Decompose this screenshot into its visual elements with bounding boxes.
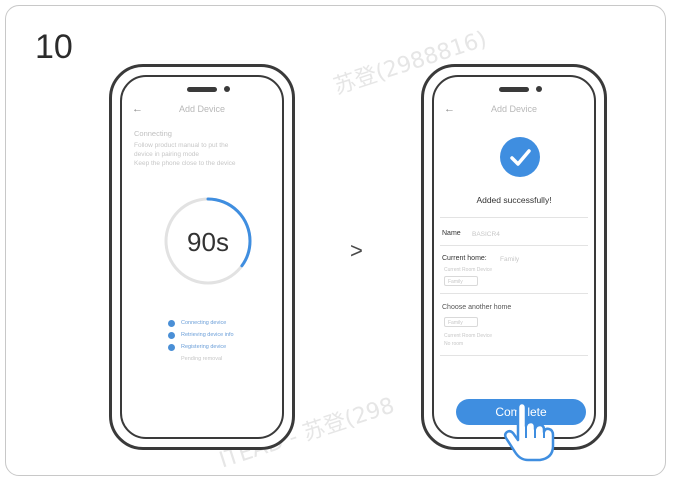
current-home-value: Family [500,256,520,263]
step-done-icon [168,331,175,339]
divider [440,245,588,246]
hand-pointer-icon [503,401,555,462]
divider [440,293,588,294]
room-label: Current Room Device [444,267,493,273]
divider [440,217,588,218]
step-done-icon [168,343,175,351]
chevron-right-icon: > [350,238,363,263]
step-row: Retrieving device info [168,329,234,341]
phone-camera [536,86,542,92]
room-select[interactable]: Family [444,276,478,286]
step-label: Retrieving device info [181,332,234,338]
step-done-icon [168,319,175,327]
room-value: No room [444,341,464,347]
pending-label: Pending removal [181,356,223,362]
progress-steps: Connecting device Retrieving device info… [168,317,234,365]
phone-connecting: ← Add Device Connecting Follow product m… [109,64,295,450]
phone-speaker [499,87,529,92]
instruction-line: device in pairing mode [134,151,200,158]
instructions: Follow product manual to put the device … [134,141,274,168]
home-select[interactable]: Family [444,317,478,327]
step-label: Connecting device [181,320,227,326]
name-field[interactable]: BASICR4 [472,231,500,238]
phone-screen: ← Add Device Added successfully! Name BA… [432,75,596,439]
screen-title: Add Device [178,104,226,114]
step-number: 10 [35,28,73,66]
step-label: Registering device [181,344,227,350]
phone-camera [224,86,230,92]
divider [440,355,588,356]
nav-bar: ← Add Device [434,103,594,119]
countdown-timer: 90s [187,227,229,257]
name-label: Name [442,230,461,237]
nav-bar: ← Add Device [122,103,282,119]
phone-screen: ← Add Device Connecting Follow product m… [120,75,284,439]
current-home-label: Current home: [442,255,487,262]
screen-title: Add Device [490,104,538,114]
instruction-line: Keep the phone close to the device [134,160,236,167]
instruction-line: Follow product manual to put the [134,142,229,149]
section-title: Connecting [134,129,172,138]
success-message: Added successfully! [476,195,552,205]
step-row: Pending removal [168,353,234,365]
room-label: Current Room Device [444,333,493,339]
phone-speaker [187,87,217,92]
step-row: Connecting device [168,317,234,329]
phone-success: ← Add Device Added successfully! Name BA… [421,64,607,450]
success-check-icon [500,137,540,177]
step-row: Registering device [168,341,234,353]
another-home-label[interactable]: Choose another home [442,304,511,311]
